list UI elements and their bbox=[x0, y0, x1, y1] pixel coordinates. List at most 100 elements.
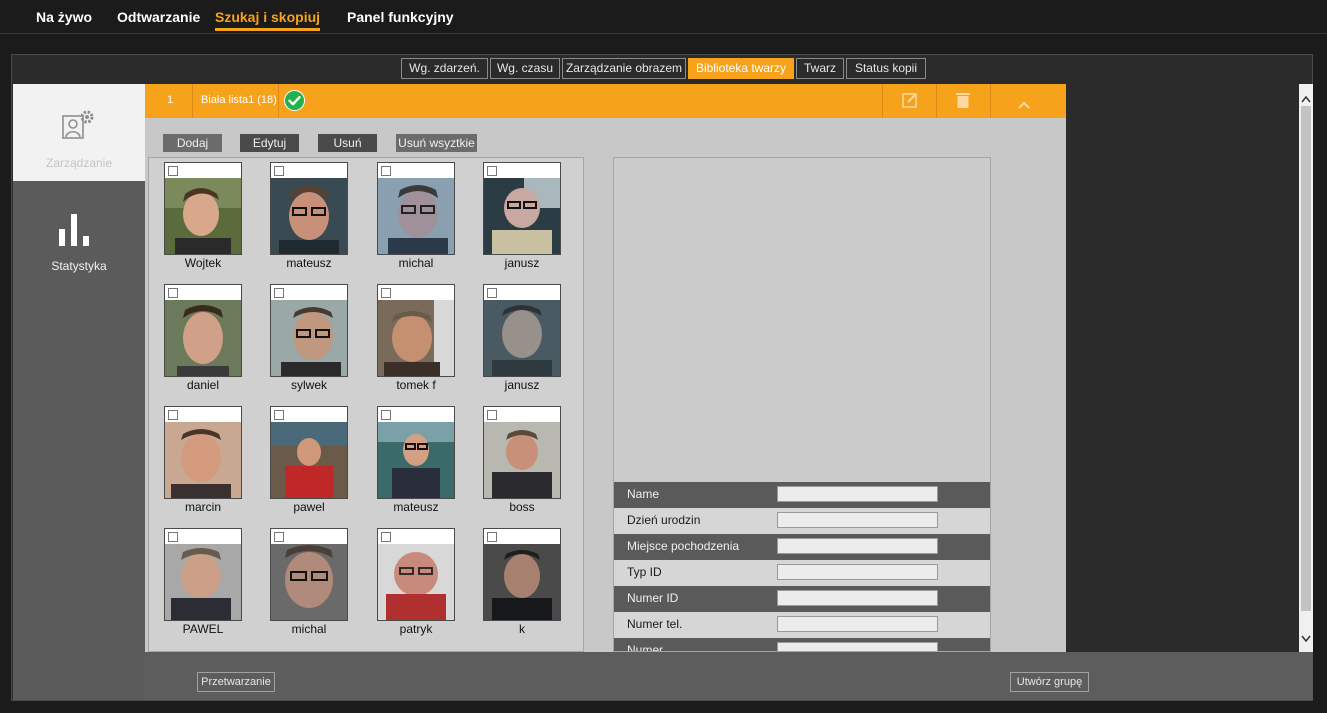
process-button[interactable]: Przetwarzanie bbox=[197, 672, 275, 692]
face-photo bbox=[484, 422, 560, 498]
face-card[interactable] bbox=[377, 406, 455, 499]
scroll-down-icon[interactable] bbox=[1301, 630, 1311, 643]
face-name: michal bbox=[398, 256, 434, 270]
select-checkbox[interactable] bbox=[168, 166, 178, 176]
face-name: Wojtek bbox=[184, 256, 222, 270]
face-card[interactable] bbox=[270, 406, 348, 499]
select-checkbox[interactable] bbox=[274, 410, 284, 420]
nav-function-panel[interactable]: Panel funkcyjny bbox=[347, 9, 454, 31]
face-card[interactable] bbox=[270, 528, 348, 621]
birthday-field[interactable] bbox=[777, 512, 938, 528]
delete-button[interactable]: Usuń bbox=[318, 134, 377, 152]
nav-search-copy[interactable]: Szukaj i skopiuj bbox=[215, 9, 321, 31]
bar-chart-icon bbox=[59, 212, 99, 246]
face-photo bbox=[271, 300, 347, 376]
face-name: sylwek bbox=[290, 378, 327, 392]
select-checkbox[interactable] bbox=[274, 288, 284, 298]
field-label: Typ ID bbox=[627, 565, 662, 579]
select-checkbox[interactable] bbox=[487, 410, 497, 420]
face-card[interactable] bbox=[164, 528, 242, 621]
field-label: Numer ID bbox=[627, 591, 679, 605]
select-checkbox[interactable] bbox=[274, 166, 284, 176]
face-card[interactable] bbox=[377, 528, 455, 621]
face-photo bbox=[271, 544, 347, 620]
check-circle-icon bbox=[284, 90, 305, 111]
nav-live[interactable]: Na żywo bbox=[36, 9, 92, 31]
number-field[interactable] bbox=[777, 642, 938, 651]
face-card[interactable] bbox=[483, 528, 561, 621]
face-card[interactable] bbox=[164, 284, 242, 377]
edit-button[interactable]: Edytuj bbox=[240, 134, 299, 152]
delete-icon[interactable] bbox=[956, 91, 970, 109]
tab-image-management[interactable]: Zarządzanie obrazem bbox=[562, 58, 686, 79]
edit-icon[interactable] bbox=[902, 92, 918, 108]
sidebar-item-statistics[interactable]: Statystyka bbox=[13, 204, 145, 284]
face-name: PAWEL bbox=[182, 622, 224, 636]
collapse-icon[interactable] bbox=[1018, 96, 1030, 109]
face-name: janusz bbox=[504, 378, 540, 392]
select-checkbox[interactable] bbox=[487, 288, 497, 298]
face-name: k bbox=[519, 622, 525, 636]
field-row-number: Numer bbox=[614, 638, 990, 651]
select-checkbox[interactable] bbox=[487, 166, 497, 176]
face-name: boss bbox=[509, 500, 535, 514]
select-checkbox[interactable] bbox=[274, 532, 284, 542]
face-card[interactable] bbox=[377, 162, 455, 255]
phone-field[interactable] bbox=[777, 616, 938, 632]
face-photo bbox=[484, 300, 560, 376]
face-card[interactable] bbox=[270, 162, 348, 255]
create-group-button[interactable]: Utwórz grupę bbox=[1010, 672, 1089, 692]
field-row-name: Name bbox=[614, 482, 990, 508]
select-checkbox[interactable] bbox=[381, 532, 391, 542]
face-card[interactable] bbox=[270, 284, 348, 377]
group-name: Biała lista1 (18) bbox=[201, 94, 277, 106]
select-checkbox[interactable] bbox=[381, 288, 391, 298]
right-empty-pane bbox=[1066, 84, 1299, 652]
scroll-up-icon[interactable] bbox=[1301, 90, 1311, 103]
face-card[interactable] bbox=[164, 406, 242, 499]
field-row-id-number: Numer ID bbox=[614, 586, 990, 612]
select-checkbox[interactable] bbox=[168, 410, 178, 420]
field-label: Numer tel. bbox=[627, 617, 683, 631]
name-field[interactable] bbox=[777, 486, 938, 502]
face-card[interactable] bbox=[483, 284, 561, 377]
tab-by-time[interactable]: Wg. czasu bbox=[490, 58, 560, 79]
select-checkbox[interactable] bbox=[381, 166, 391, 176]
tab-copy-status[interactable]: Status kopii bbox=[846, 58, 926, 79]
tab-face-library[interactable]: Biblioteka twarzy bbox=[688, 58, 794, 79]
face-photo bbox=[378, 544, 454, 620]
face-card[interactable] bbox=[483, 162, 561, 255]
field-label: Name bbox=[627, 487, 660, 501]
scrollbar[interactable] bbox=[1299, 84, 1313, 652]
select-checkbox[interactable] bbox=[487, 532, 497, 542]
face-photo bbox=[378, 422, 454, 498]
group-header[interactable]: 1 Biała lista1 (18) bbox=[145, 84, 1066, 118]
scrollbar-thumb[interactable] bbox=[1301, 106, 1311, 611]
field-label: Dzień urodzin bbox=[627, 513, 701, 527]
field-row-birthday: Dzień urodzin bbox=[614, 508, 990, 534]
face-name: marcin bbox=[184, 500, 221, 514]
id-number-field[interactable] bbox=[777, 590, 938, 606]
sidebar-item-management[interactable]: Zarządzanie bbox=[13, 84, 145, 181]
face-card[interactable] bbox=[483, 406, 561, 499]
tab-face[interactable]: Twarz bbox=[796, 58, 844, 79]
face-photo bbox=[484, 544, 560, 620]
delete-all-button[interactable]: Usuń wsyztkie bbox=[396, 134, 477, 152]
select-checkbox[interactable] bbox=[168, 532, 178, 542]
face-settings-icon bbox=[61, 108, 97, 142]
origin-field[interactable] bbox=[777, 538, 938, 554]
tab-by-event[interactable]: Wg. zdarzeń. bbox=[401, 58, 488, 79]
face-grid: Wojtek mateusz michal janusz daniel sylw… bbox=[148, 157, 584, 652]
face-card[interactable] bbox=[164, 162, 242, 255]
field-label: Miejsce pochodzenia bbox=[627, 539, 740, 553]
add-button[interactable]: Dodaj bbox=[163, 134, 222, 152]
sidebar: Zarządzanie Statystyka bbox=[13, 84, 145, 700]
top-nav: Na żywo Odtwarzanie Szukaj i skopiuj Pan… bbox=[0, 0, 1327, 34]
select-checkbox[interactable] bbox=[168, 288, 178, 298]
bottom-bar bbox=[145, 652, 1313, 700]
nav-playback[interactable]: Odtwarzanie bbox=[117, 9, 200, 31]
select-checkbox[interactable] bbox=[381, 410, 391, 420]
id-type-field[interactable] bbox=[777, 564, 938, 580]
field-row-phone: Numer tel. bbox=[614, 612, 990, 638]
face-card[interactable] bbox=[377, 284, 455, 377]
